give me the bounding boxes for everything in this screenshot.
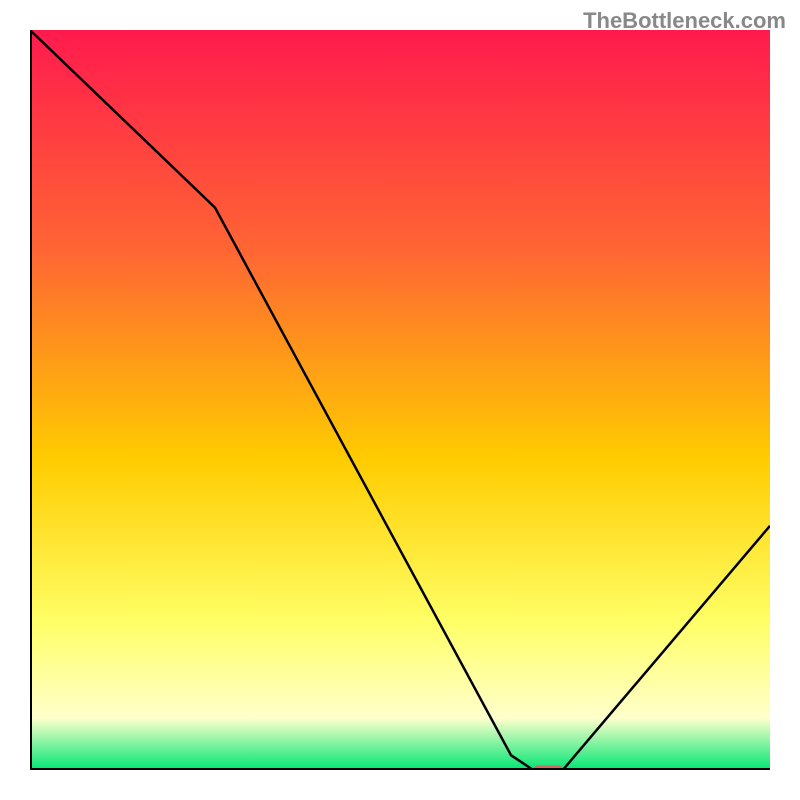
gradient-background [30,30,770,770]
chart-container: TheBottleneck.com [0,0,800,800]
chart-svg [30,30,770,770]
chart-plot-area [30,30,770,770]
watermark-text: TheBottleneck.com [583,8,786,34]
